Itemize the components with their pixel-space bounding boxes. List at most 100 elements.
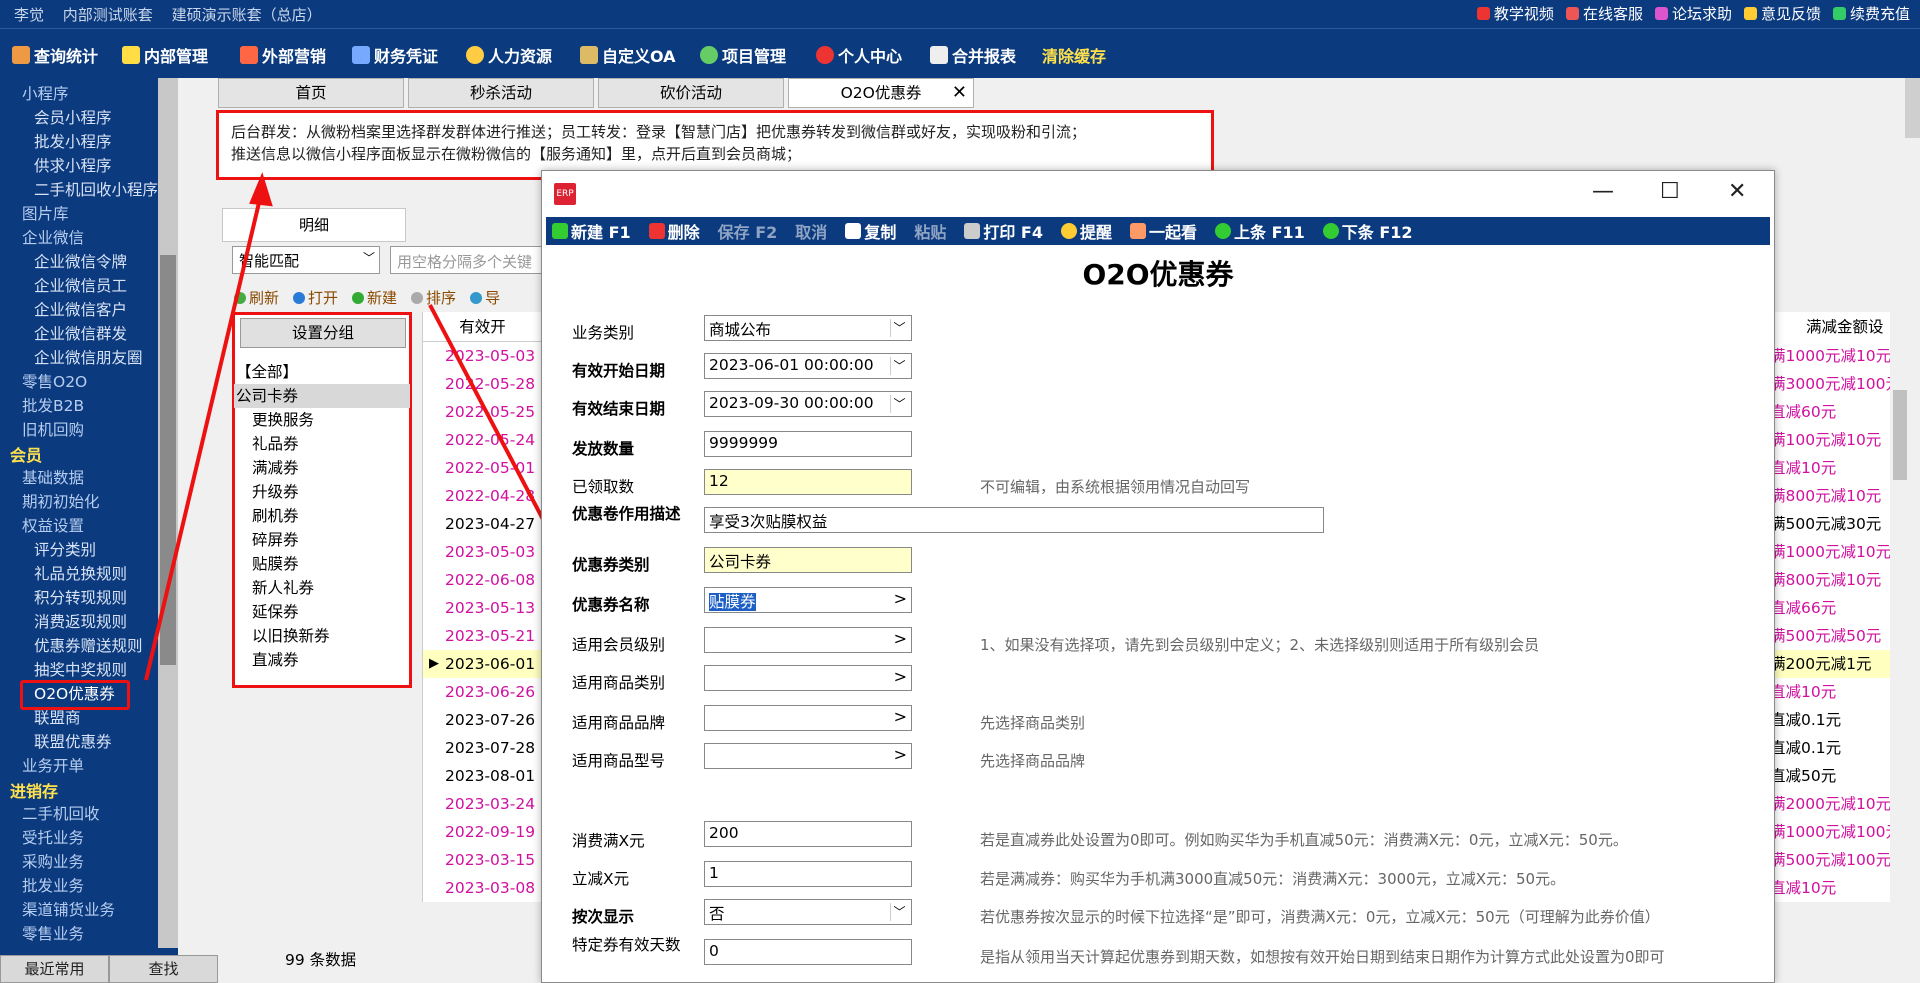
cell-rule[interactable]: 直减0.1元 (1768, 706, 1890, 734)
goods-category-field[interactable]: > (704, 665, 912, 691)
export-button[interactable]: 导 (470, 287, 500, 308)
sidebar-item[interactable]: 二手机回收 (22, 802, 100, 824)
minus-field[interactable]: 1 (704, 861, 912, 887)
column-header-date[interactable]: 有效开 (423, 312, 542, 342)
menu-merge-report[interactable]: 合并报表 (930, 43, 1016, 67)
sidebar-item[interactable]: 权益设置 (22, 514, 84, 536)
table-row[interactable]: 2022-06-08 0 (423, 566, 542, 594)
sidebar-item[interactable]: 受托业务 (22, 826, 84, 848)
member-level-field[interactable]: > (704, 627, 912, 653)
sidebar-item[interactable]: 基础数据 (22, 466, 84, 488)
table-row[interactable]: 2022-09-19 0 (423, 818, 542, 846)
sidebar-item[interactable]: 业务开单 (22, 754, 84, 776)
sidebar-item[interactable]: 企业微信员工 (34, 274, 127, 296)
column-header-rule[interactable]: 满减金额设 (1768, 312, 1890, 342)
sidebar-item[interactable]: 企业微信客户 (34, 298, 127, 320)
table-row[interactable]: 2022-04-28 0 (423, 482, 542, 510)
maximize-icon[interactable]: ☐ (1660, 179, 1680, 204)
link-online-service[interactable]: 在线客服 (1565, 3, 1643, 24)
group-item[interactable]: 新人礼券 (234, 576, 410, 600)
new-f1-button[interactable]: 新建 F1 (552, 219, 631, 243)
sidebar-item[interactable]: 二手机回收小程序 (34, 178, 158, 200)
cell-rule[interactable]: 满100元减10元 (1768, 426, 1890, 454)
table-row[interactable]: 2023-05-03 0 (423, 538, 542, 566)
cancel-button[interactable]: 取消 (795, 219, 827, 243)
group-item[interactable]: 更换服务 (234, 408, 410, 432)
sidebar-item[interactable]: 进销存 (10, 778, 58, 802)
picker-arrow-icon[interactable]: > (894, 629, 907, 648)
sidebar-item[interactable]: 批发小程序 (34, 130, 112, 152)
spend-field[interactable]: 200 (704, 821, 912, 847)
sidebar-item[interactable]: 企业微信朋友圈 (34, 346, 143, 368)
close-icon[interactable]: ✕ (1728, 179, 1746, 204)
table-row[interactable]: 2023-03-24 0 (423, 790, 542, 818)
picker-arrow-icon[interactable]: > (894, 589, 907, 608)
menu-finance[interactable]: 财务凭证 (352, 43, 438, 67)
menu-query-stats[interactable]: 查询统计 (12, 43, 98, 67)
table-row[interactable]: 2022-05-25 0 (423, 398, 542, 426)
cell-rule[interactable]: 直减10元 (1768, 454, 1890, 482)
menu-project[interactable]: 项目管理 (700, 43, 786, 67)
table-row[interactable]: 2023-05-13 0 (423, 594, 542, 622)
coupon-name-field[interactable]: 贴膜券 > (704, 587, 912, 613)
prev-f11-button[interactable]: 上条 F11 (1215, 219, 1305, 243)
menu-hr[interactable]: 人力资源 (466, 43, 552, 67)
print-f4-button[interactable]: 打印 F4 (964, 219, 1043, 243)
grid-scroll-thumb[interactable] (1893, 390, 1907, 480)
sort-button[interactable]: 排序 (411, 287, 456, 308)
table-row[interactable]: 2022-05-01 0 (423, 454, 542, 482)
account-demo[interactable]: 建硕演示账套（总店） (172, 6, 322, 24)
cell-rule[interactable]: 满500元减30元 (1768, 510, 1890, 538)
table-row[interactable]: 2022-05-24 0 (423, 426, 542, 454)
group-item[interactable]: 延保券 (234, 600, 410, 624)
save-f2-button[interactable]: 保存 F2 (718, 219, 778, 243)
recent-button[interactable]: 最近常用 (0, 955, 109, 983)
menu-marketing[interactable]: 外部营销 (240, 43, 326, 67)
sidebar-scroll-thumb[interactable] (160, 255, 176, 665)
sidebar-item[interactable]: 礼品兑换规则 (34, 562, 127, 584)
sidebar-item[interactable]: 消费返现规则 (34, 610, 127, 632)
copy-button[interactable]: 复制 (845, 219, 896, 243)
cell-rule[interactable]: 满500元减50元 (1768, 622, 1890, 650)
close-icon[interactable]: ✕ (952, 79, 967, 107)
cell-rule[interactable]: 直减10元 (1768, 874, 1890, 902)
group-item[interactable]: 满减券 (234, 456, 410, 480)
refresh-button[interactable]: 刷新 (234, 287, 279, 308)
menu-clear-cache[interactable]: 清除缓存 (1042, 43, 1106, 67)
sidebar-item[interactable]: 批发B2B (22, 394, 84, 416)
sidebar-item[interactable]: 采购业务 (22, 850, 84, 872)
table-row[interactable]: 2023-05-03 0 (423, 342, 542, 370)
start-date-field[interactable]: 2023-06-01 00:00:00 ﹀ (704, 353, 912, 379)
picker-arrow-icon[interactable]: > (894, 745, 907, 764)
group-item[interactable]: 贴膜券 (234, 552, 410, 576)
cell-rule[interactable]: 满3000元减100元 (1768, 370, 1890, 398)
cell-rule[interactable]: 满800元减10元 (1768, 482, 1890, 510)
description-field[interactable]: 享受3次贴膜权益 (704, 507, 1324, 533)
table-row[interactable]: 2023-06-26 0 (423, 678, 542, 706)
valid-days-field[interactable]: 0 (704, 939, 912, 965)
menu-custom-oa[interactable]: 自定义OA (580, 43, 676, 67)
paste-button[interactable]: 粘贴 (914, 219, 946, 243)
tab-o2o-coupon[interactable]: O2O优惠券 ✕ (788, 78, 974, 108)
tab-home[interactable]: 首页 (218, 78, 404, 108)
open-button[interactable]: 打开 (293, 287, 338, 308)
picker-arrow-icon[interactable]: > (894, 667, 907, 686)
link-forum[interactable]: 论坛求助 (1654, 3, 1732, 24)
sidebar-item[interactable]: 供求小程序 (34, 154, 112, 176)
sidebar-item[interactable]: 会员小程序 (34, 106, 112, 128)
table-row[interactable]: 2023-03-15 0 (423, 846, 542, 874)
cell-rule[interactable]: 满1000元减10元 (1768, 538, 1890, 566)
sidebar-item[interactable]: 联盟优惠券 (34, 730, 112, 752)
menu-personal[interactable]: 个人中心 (816, 43, 902, 67)
tab-flash-sale[interactable]: 秒杀活动 (408, 78, 594, 108)
account-test[interactable]: 内部测试账套 (63, 6, 153, 24)
cell-rule[interactable]: 满1000元减100元 (1768, 818, 1890, 846)
sidebar-item[interactable]: 渠道铺货业务 (22, 898, 115, 920)
cell-rule[interactable]: 直减66元 (1768, 594, 1890, 622)
cell-rule[interactable]: 满200元减1元 (1768, 650, 1890, 678)
sidebar-item[interactable]: 评分类别 (34, 538, 96, 560)
new-button[interactable]: 新建 (352, 287, 397, 308)
end-date-field[interactable]: 2023-09-30 00:00:00 ﹀ (704, 391, 912, 417)
cell-rule[interactable]: 直减50元 (1768, 762, 1890, 790)
biz-type-select[interactable]: 商城公布 ﹀ (704, 315, 912, 341)
